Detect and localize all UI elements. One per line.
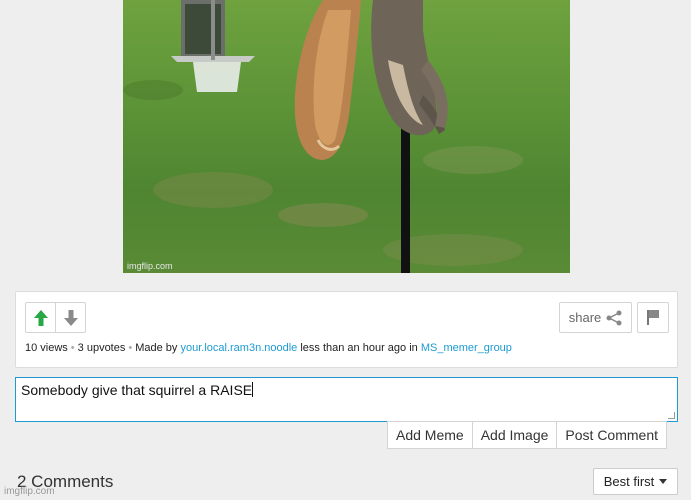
post-meta: 10 views • 3 upvotes • Made by your.local.ra… <box>25 342 512 354</box>
share-icon <box>606 310 622 325</box>
flag-button[interactable] <box>637 302 669 333</box>
view-count: 10 views <box>25 342 68 354</box>
post-time: less than an hour ago in <box>300 342 418 354</box>
resize-handle-icon[interactable] <box>668 412 675 419</box>
flag-icon <box>647 310 659 325</box>
sort-label: Best first <box>603 474 655 489</box>
post-comment-button[interactable]: Post Comment <box>557 421 668 449</box>
arrow-up-icon <box>33 309 48 326</box>
downvote-button[interactable] <box>55 302 86 333</box>
comment-actions: Add Meme Add Image Post Comment <box>387 421 668 449</box>
post-info-panel: share 10 views • 3 upvotes • Made by your.lo… <box>15 291 678 368</box>
chevron-down-icon <box>659 479 668 484</box>
upvote-count: 3 upvotes <box>77 342 126 354</box>
comment-input[interactable]: Somebody give that squirrel a RAISE <box>15 377 678 422</box>
text-caret <box>252 382 254 397</box>
upvote-button[interactable] <box>25 302 56 333</box>
made-by-label: Made by <box>135 342 178 354</box>
squirrel-photo <box>123 0 523 273</box>
add-image-button[interactable]: Add Image <box>472 421 558 449</box>
stream-link[interactable]: MS_memer_group <box>421 342 512 354</box>
comment-input-text: Somebody give that squirrel a RAISE <box>21 382 253 398</box>
comment-sort-select[interactable]: Best first <box>593 468 678 495</box>
meme-image: imgflip.com <box>123 0 570 273</box>
share-label: share <box>568 310 602 325</box>
footer-watermark: imgflip.com <box>4 486 55 497</box>
author-link[interactable]: your.local.ram3n.noodle <box>180 342 297 354</box>
meme-watermark: imgflip.com <box>127 261 173 271</box>
add-meme-button[interactable]: Add Meme <box>387 421 473 449</box>
share-button[interactable]: share <box>559 302 632 333</box>
arrow-down-icon <box>63 309 78 326</box>
